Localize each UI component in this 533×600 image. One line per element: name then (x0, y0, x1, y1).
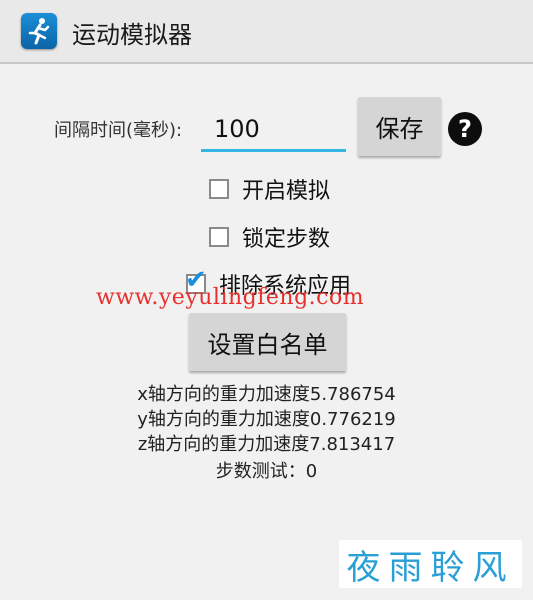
checkbox-box[interactable] (209, 179, 229, 199)
interval-label: 间隔时间(毫秒): (54, 120, 183, 141)
accel-z-text: z轴方向的重力加速度7.813417 (137, 434, 396, 455)
action-bar: 运动模拟器 (0, 0, 533, 64)
save-button[interactable]: 保存 (358, 97, 441, 156)
interval-input[interactable] (201, 108, 346, 152)
checkbox-label: 开启模拟 (242, 179, 331, 204)
app-title: 运动模拟器 (72, 21, 192, 49)
accel-y-text: y轴方向的重力加速度0.776219 (137, 409, 396, 430)
step-test-text: 步数测试：0 (215, 461, 318, 482)
watermark-url: www.yeyulingfeng.com (96, 285, 365, 310)
running-person-icon (21, 13, 57, 49)
checkbox-box[interactable] (209, 227, 229, 247)
checkbox-enable-simulation[interactable]: 开启模拟 (209, 173, 330, 205)
question-circle-icon[interactable]: ? (448, 112, 482, 146)
accel-x-text: x轴方向的重力加速度5.786754 (137, 384, 396, 405)
whitelist-button[interactable]: 设置白名单 (189, 313, 346, 371)
checkbox-label: 锁定步数 (242, 227, 331, 252)
checkbox-lock-steps[interactable]: 锁定步数 (209, 221, 330, 253)
brand-watermark: 夜雨聆风 (339, 540, 522, 588)
